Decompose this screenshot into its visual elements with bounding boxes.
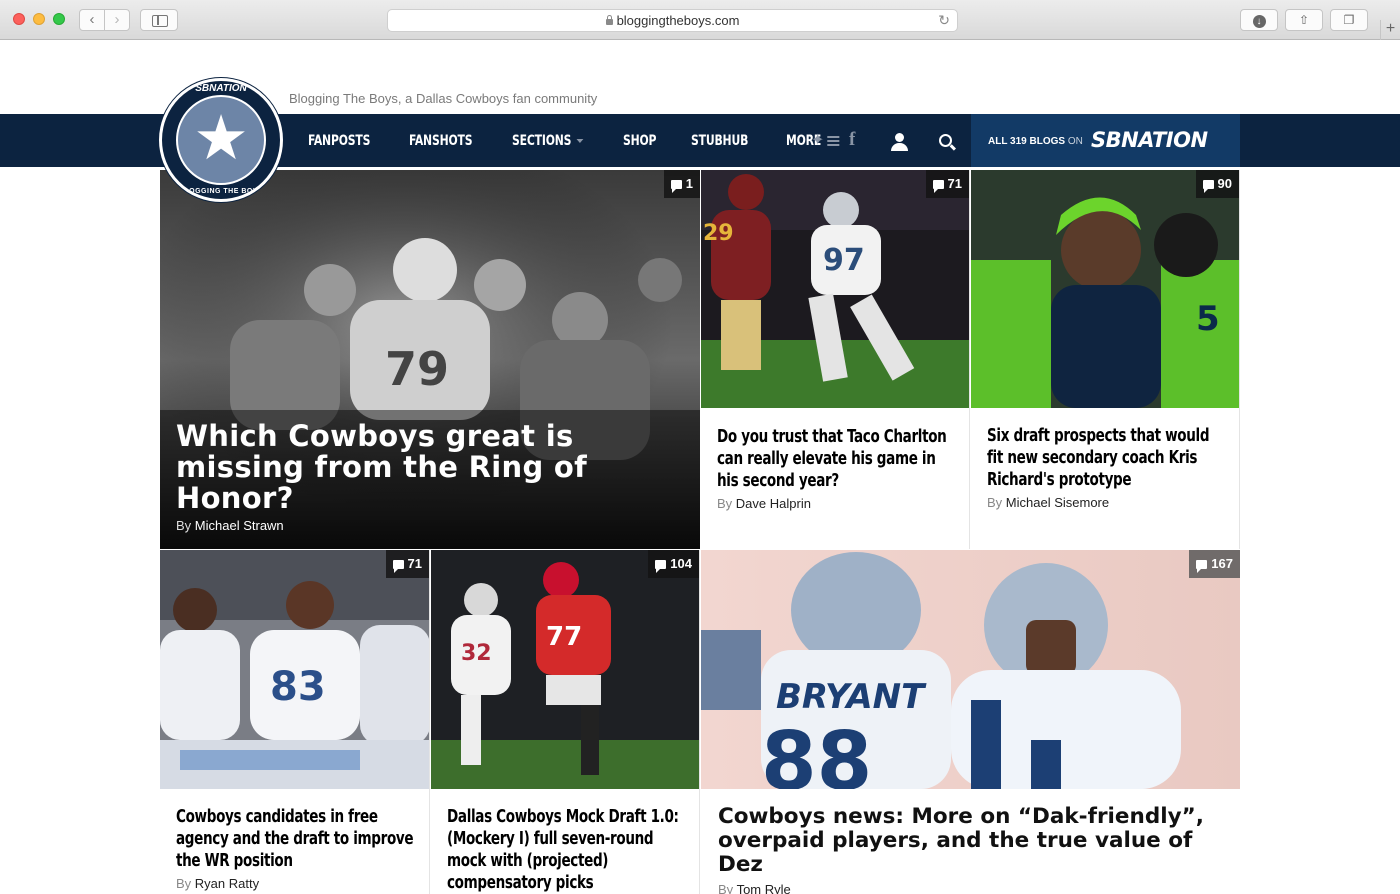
svg-text:77: 77 xyxy=(546,622,582,652)
story-byline: By Ryan Ratty xyxy=(176,876,260,891)
downloads-button[interactable]: ↓ xyxy=(1240,9,1278,31)
back-button[interactable]: ‹ xyxy=(79,9,105,31)
search-icon[interactable] xyxy=(939,134,952,147)
comment-icon xyxy=(670,180,682,193)
comment-count[interactable]: 104 xyxy=(648,550,699,578)
author-link[interactable]: Ryan Ratty xyxy=(195,876,259,891)
svg-text:79: 79 xyxy=(385,342,449,396)
tabs-icon: ❐ xyxy=(1343,13,1355,27)
story-card[interactable]: BRYANT 88 167 Cowboys news: More on “Dak… xyxy=(701,550,1240,894)
sbnation-logo[interactable]: SBNATION xyxy=(1091,128,1208,152)
facebook-icon[interactable]: f xyxy=(849,129,855,151)
chevron-down-icon xyxy=(576,138,584,143)
story-title[interactable]: Six draft prospects that would fit new s… xyxy=(987,425,1228,491)
author-link[interactable]: Dave Halprin xyxy=(736,496,811,511)
sbnation-blogs-count: ALL 319 BLOGS ON xyxy=(988,136,1083,147)
story-photo: BRYANT 88 xyxy=(701,550,1240,789)
lock-icon xyxy=(605,15,613,25)
hero-byline: By Michael Strawn xyxy=(176,518,284,533)
show-tabs-button[interactable]: ❐ xyxy=(1330,9,1368,31)
story-photo: 5 xyxy=(971,170,1239,408)
address-bar[interactable]: bloggingtheboys.com ↻ xyxy=(387,9,958,32)
story-byline: By Dave Halprin xyxy=(717,496,811,511)
comment-icon xyxy=(1196,560,1208,573)
reload-icon[interactable]: ↻ xyxy=(938,12,950,29)
story-card[interactable]: 32 77 104 Dallas Cowboys Mock Draft 1.0:… xyxy=(431,550,700,894)
svg-text:83: 83 xyxy=(270,664,326,710)
zoom-window-button[interactable] xyxy=(53,13,65,25)
comment-icon xyxy=(1202,180,1214,193)
svg-text:97: 97 xyxy=(823,243,865,278)
story-title[interactable]: Cowboys news: More on “Dak-friendly”, ov… xyxy=(718,805,1228,877)
comment-count[interactable]: 90 xyxy=(1195,170,1239,198)
minimize-window-button[interactable] xyxy=(33,13,45,25)
story-photo: 32 77 xyxy=(431,550,699,789)
nav-shop[interactable]: SHOP xyxy=(623,133,656,149)
story-card[interactable]: 29 97 71 Do you trust that Taco Charlton… xyxy=(701,170,970,549)
hero-story-card[interactable]: 79 1 Which Cowboys great is missing from… xyxy=(160,170,700,549)
svg-text:32: 32 xyxy=(461,641,492,666)
url-text: bloggingtheboys.com xyxy=(616,13,740,28)
story-photo: 83 xyxy=(160,550,429,789)
logo-sbnation-text: SBNATION xyxy=(195,83,247,94)
story-card[interactable]: 83 71 Cowboys candidates in free agency … xyxy=(160,550,430,894)
logo-emblem: ★ xyxy=(176,95,266,185)
nav-stubhub[interactable]: STUBHUB xyxy=(691,133,748,149)
nav-fanshots[interactable]: FANSHOTS xyxy=(409,133,473,149)
comment-count[interactable]: 1 xyxy=(663,170,700,198)
star-icon: ★ xyxy=(193,104,249,173)
site-tagline: Blogging The Boys, a Dallas Cowboys fan … xyxy=(289,91,598,106)
user-icon[interactable] xyxy=(891,133,908,151)
story-card[interactable]: 5 90 Six draft prospects that would fit … xyxy=(971,170,1240,549)
story-title[interactable]: Cowboys candidates in free agency and th… xyxy=(176,806,417,872)
logo-site-name: BLOGGING THE BOYS xyxy=(178,188,264,195)
author-link[interactable]: Michael Sisemore xyxy=(1006,495,1109,510)
new-tab-button[interactable]: + xyxy=(1380,20,1400,40)
svg-text:5: 5 xyxy=(1196,299,1220,339)
comment-count[interactable]: 71 xyxy=(925,170,969,198)
hero-title[interactable]: Which Cowboys great is missing from the … xyxy=(176,421,676,514)
comment-icon xyxy=(932,180,944,193)
comment-icon xyxy=(655,560,667,573)
comment-count[interactable]: 71 xyxy=(385,550,429,578)
site-logo[interactable]: SBNATION ★ BLOGGING THE BOYS xyxy=(159,78,283,202)
story-byline: By Tom Ryle xyxy=(718,882,791,894)
comment-count[interactable]: 167 xyxy=(1189,550,1240,578)
nav-sections[interactable]: SECTIONS xyxy=(512,132,584,149)
share-icon: ⇧ xyxy=(1298,13,1310,27)
download-icon: ↓ xyxy=(1252,15,1266,28)
forward-button[interactable]: › xyxy=(104,9,130,31)
author-link[interactable]: Michael Strawn xyxy=(195,518,284,533)
nav-fanposts[interactable]: FANPOSTS xyxy=(308,133,370,149)
story-title[interactable]: Dallas Cowboys Mock Draft 1.0: (Mockery … xyxy=(447,806,688,894)
share-button[interactable]: ⇧ xyxy=(1285,9,1323,31)
comment-icon xyxy=(392,560,404,573)
story-photo: 29 97 xyxy=(701,170,969,408)
browser-toolbar: ‹ › bloggingtheboys.com ↻ ↓ ⇧ ❐ + xyxy=(0,0,1400,40)
nav-sections-label: SECTIONS xyxy=(512,132,572,149)
story-byline: By Michael Sisemore xyxy=(987,495,1110,510)
twitter-icon[interactable]: ✦ xyxy=(811,130,824,150)
close-window-button[interactable] xyxy=(13,13,25,25)
svg-text:88: 88 xyxy=(761,715,872,789)
svg-text:BRYANT: BRYANT xyxy=(776,677,927,717)
sidebar-toggle-button[interactable] xyxy=(140,9,178,31)
svg-text:29: 29 xyxy=(703,221,734,246)
story-title[interactable]: Do you trust that Taco Charlton can real… xyxy=(717,426,958,492)
hamburger-icon xyxy=(827,135,840,146)
author-link[interactable]: Tom Ryle xyxy=(737,882,791,894)
